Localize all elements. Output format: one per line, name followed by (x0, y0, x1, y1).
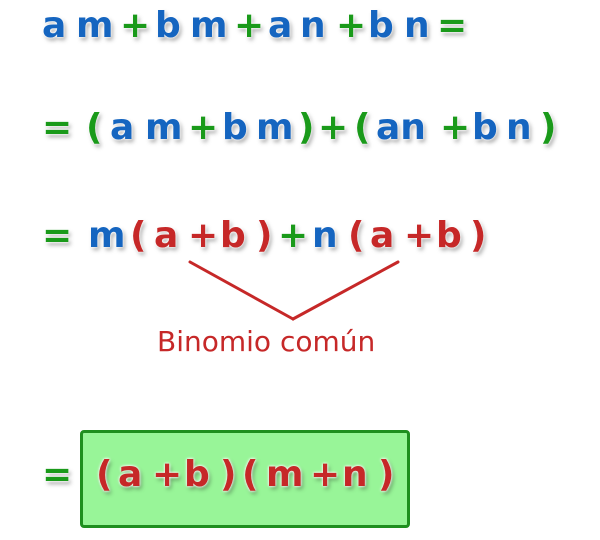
plus-operator: + (310, 454, 341, 495)
factoring-diagram: a m + b m + a n + b n = = ( a m + b m ) … (0, 0, 600, 540)
close-parenthesis: ) (220, 454, 237, 495)
open-parenthesis: ( (242, 454, 259, 495)
term-a: a (118, 454, 143, 495)
plus-operator: + (152, 454, 183, 495)
connector-right-line (291, 260, 400, 321)
equals-sign: = (42, 454, 73, 495)
common-binomial-label: Binomio común (157, 325, 376, 358)
close-parenthesis: ) (378, 454, 395, 495)
connector-left-line (188, 260, 295, 321)
expression-line-4: = ( a + b ) ( m + n ) (0, 455, 600, 499)
open-parenthesis: ( (96, 454, 113, 495)
term-b: b (184, 454, 210, 495)
term-n: n (342, 454, 368, 495)
term-m: m (266, 454, 304, 495)
